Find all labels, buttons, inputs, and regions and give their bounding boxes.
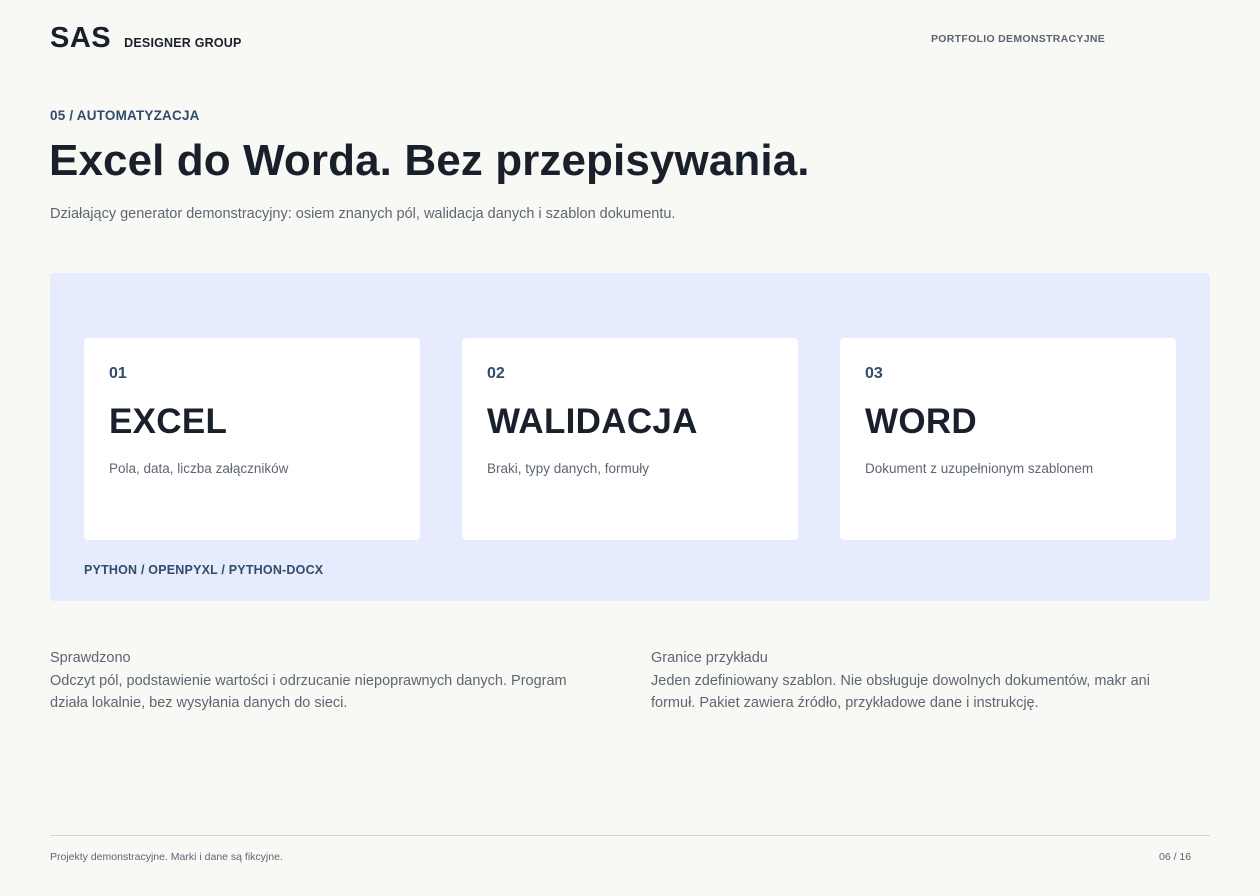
- step-description: Dokument z uzupełnionym szablonem: [865, 461, 1094, 476]
- step-title: EXCEL: [109, 402, 228, 441]
- step-number: 01: [109, 365, 127, 382]
- step-description: Braki, typy danych, formuły: [487, 461, 650, 476]
- footer-disclaimer: Projekty demonstracyjne. Marki i dane są…: [50, 851, 283, 863]
- step-card-walidacja: 02 WALIDACJA Braki, typy danych, formuły: [462, 338, 798, 540]
- tech-stack-label: PYTHON / OPENPYXL / PYTHON-DOCX: [84, 563, 324, 577]
- notes-limits-text: Jeden zdefiniowany szablon. Nie obsługuj…: [651, 672, 1150, 712]
- brand: SAS DESIGNER GROUP: [50, 22, 242, 55]
- page-number: 06 / 16: [1159, 851, 1192, 863]
- step-card-excel: 01 EXCEL Pola, data, liczba załączników: [84, 338, 420, 540]
- step-description: Pola, data, liczba załączników: [109, 461, 289, 476]
- notes-verified-text: Odczyt pól, podstawienie wartości i odrz…: [50, 672, 567, 712]
- step-title: WALIDACJA: [487, 402, 698, 441]
- brand-subtitle: DESIGNER GROUP: [124, 36, 242, 50]
- section-kicker: 05 / AUTOMATYZACJA: [50, 108, 200, 123]
- step-title: WORD: [865, 402, 978, 441]
- notes-verified: Sprawdzono Odczyt pól, podstawienie wart…: [50, 647, 595, 715]
- header: SAS DESIGNER GROUP PORTFOLIO DEMONSTRACY…: [50, 22, 1210, 56]
- page-title: Excel do Worda. Bez przepisywania.: [49, 136, 810, 185]
- step-number: 03: [865, 365, 883, 382]
- page-subtitle: Działający generator demonstracyjny: osi…: [50, 206, 676, 222]
- notes-limits-title: Granice przykładu: [651, 650, 768, 666]
- pipeline-panel: 01 EXCEL Pola, data, liczba załączników …: [50, 273, 1210, 601]
- notes-verified-title: Sprawdzono: [50, 650, 131, 666]
- footer-divider: [50, 835, 1210, 836]
- notes-limits: Granice przykładu Jeden zdefiniowany sza…: [651, 647, 1196, 715]
- brand-logo: SAS: [50, 22, 112, 54]
- step-card-word: 03 WORD Dokument z uzupełnionym szablone…: [840, 338, 1176, 540]
- portfolio-label: PORTFOLIO DEMONSTRACYJNE: [931, 33, 1106, 45]
- step-number: 02: [487, 365, 505, 382]
